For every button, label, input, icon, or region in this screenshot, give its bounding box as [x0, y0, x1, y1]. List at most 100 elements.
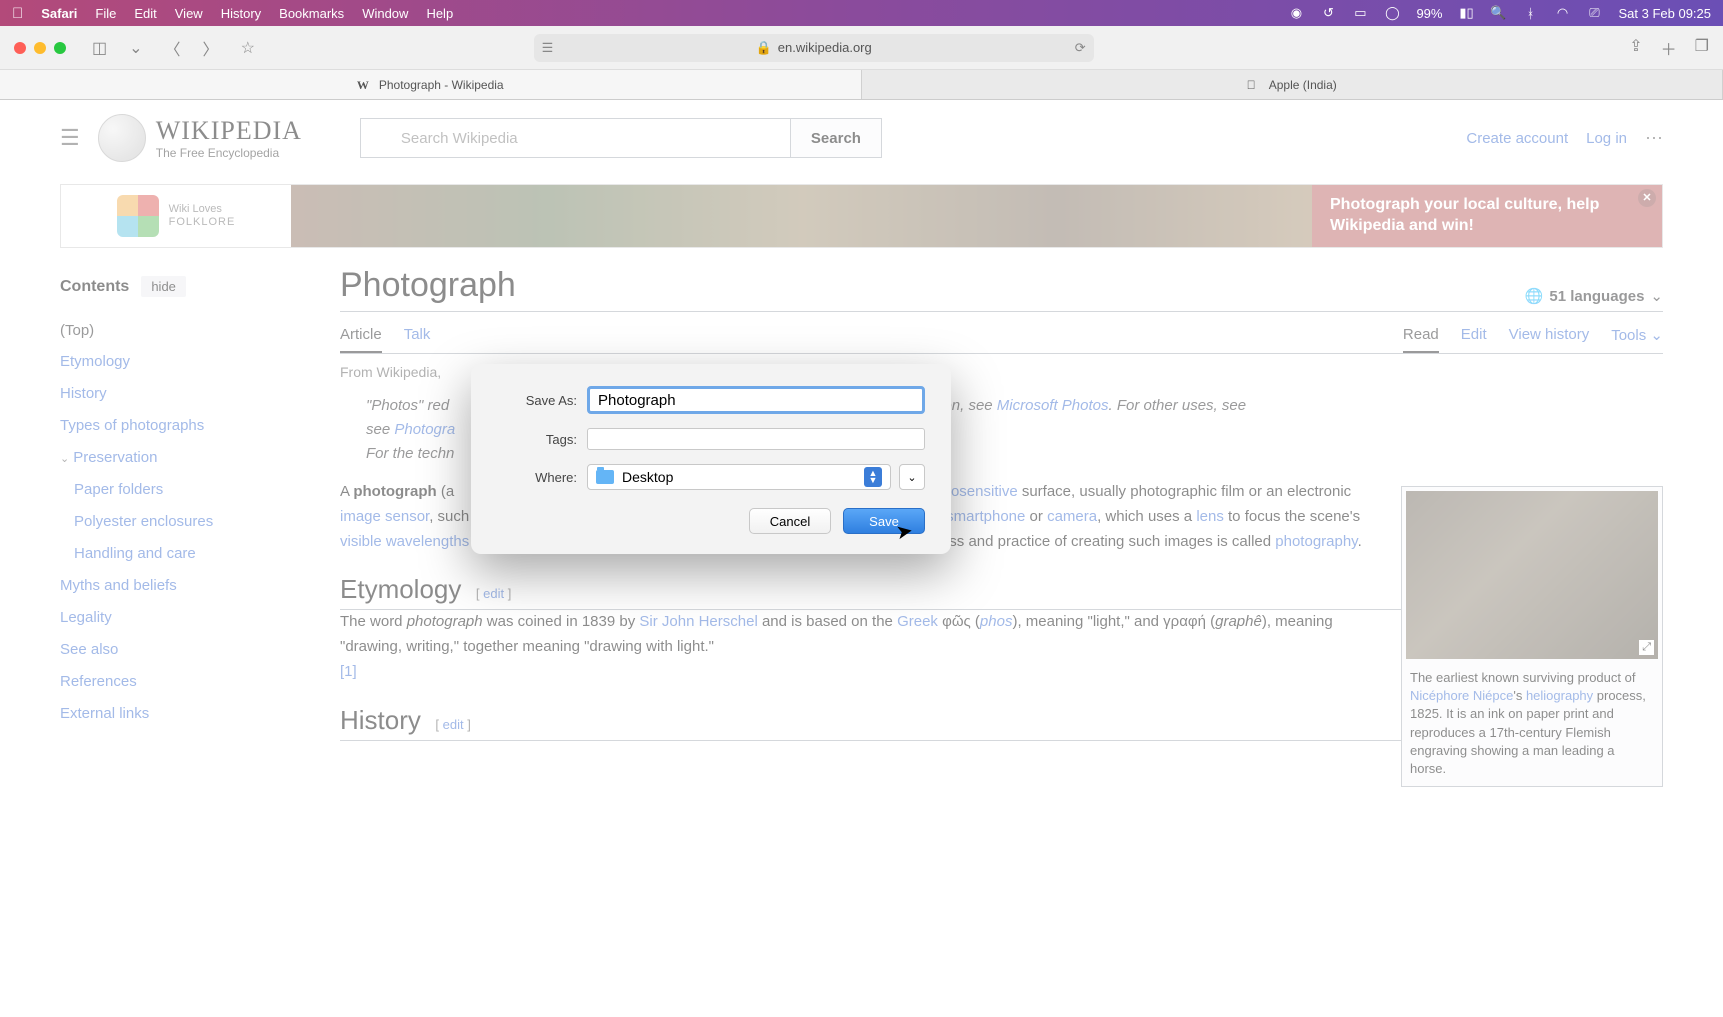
tab-tools[interactable]: Tools ⌄ — [1611, 318, 1663, 353]
wifi-icon[interactable]: ◠ — [1554, 5, 1570, 21]
toc-item-history[interactable]: History — [60, 378, 320, 410]
banner-cta[interactable]: Photograph your local culture, help Wiki… — [1312, 185, 1662, 247]
sidebar-toggle-icon[interactable]: ◫ — [86, 34, 113, 62]
link-smartphone[interactable]: smartphone — [946, 508, 1025, 525]
display-icon[interactable]: ▭ — [1352, 5, 1368, 21]
tab-apple-india[interactable]:  Apple (India) — [862, 70, 1723, 99]
toc-item-handling[interactable]: Handling and care — [60, 538, 320, 570]
toc-item-types[interactable]: Types of photographs — [60, 410, 320, 442]
window-controls — [14, 42, 66, 54]
user-icon[interactable]: ◯ — [1384, 5, 1400, 21]
infobox-image[interactable]: ⤢ — [1406, 491, 1658, 659]
banner-line1: Wiki Loves — [169, 203, 222, 215]
reader-mode-icon[interactable]: ☰ — [542, 40, 554, 56]
forward-button[interactable]: 〉 — [197, 32, 225, 64]
toc-item-references[interactable]: References — [60, 666, 320, 698]
menu-view[interactable]: View — [175, 6, 203, 21]
toc-item-preservation[interactable]: ⌄Preservation — [60, 442, 320, 474]
link-heliography[interactable]: heliography — [1526, 688, 1593, 703]
bluetooth-icon[interactable]: ᚼ — [1522, 5, 1538, 21]
record-icon[interactable]: ◉ — [1288, 5, 1304, 21]
create-account-link[interactable]: Create account — [1466, 130, 1568, 147]
save-as-label: Save As: — [497, 393, 577, 408]
main-menu-icon[interactable]: ☰ — [60, 125, 80, 151]
chevron-down-icon[interactable]: ⌄ — [60, 453, 69, 465]
tab-photograph[interactable]: W Photograph - Wikipedia — [0, 70, 862, 99]
ref-1[interactable]: [1] — [340, 663, 357, 680]
fundraising-banner[interactable]: Wiki LovesFOLKLORE Photograph your local… — [60, 184, 1663, 248]
link-lens[interactable]: lens — [1196, 508, 1224, 525]
link-niepce[interactable]: Nicéphore Niépce — [1410, 688, 1513, 703]
sidebar-chevron-icon[interactable]: ⌄ — [123, 34, 148, 62]
menu-file[interactable]: File — [95, 6, 116, 21]
tab-article[interactable]: Article — [340, 318, 382, 353]
edit-section-link[interactable]: edit — [483, 586, 504, 601]
save-as-input[interactable] — [587, 386, 925, 414]
menu-history[interactable]: History — [221, 6, 261, 21]
cancel-button[interactable]: Cancel — [749, 508, 831, 534]
link-photography[interactable]: photography — [1275, 533, 1357, 550]
toc-title: Contents — [60, 278, 129, 296]
favorite-star-icon[interactable]: ☆ — [235, 34, 261, 62]
link-camera[interactable]: camera — [1047, 508, 1097, 525]
clock[interactable]: Sat 3 Feb 09:25 — [1618, 6, 1711, 21]
toc-item-paper-folders[interactable]: Paper folders — [60, 474, 320, 506]
puzzle-heart-icon — [117, 195, 159, 237]
more-options-icon[interactable]: ⋯ — [1645, 128, 1663, 149]
article-tabs: Article Talk Read Edit View history Tool… — [340, 318, 1663, 354]
toc-item-seealso[interactable]: See also — [60, 634, 320, 666]
wikipedia-logo[interactable]: WIKIPEDIA The Free Encyclopedia — [98, 114, 302, 162]
tab-edit[interactable]: Edit — [1461, 318, 1487, 353]
chevron-down-icon: ⌄ — [1650, 327, 1663, 344]
login-link[interactable]: Log in — [1586, 130, 1627, 147]
tab-read[interactable]: Read — [1403, 318, 1439, 353]
logo-wordmark: WIKIPEDIA — [156, 116, 302, 146]
close-window-button[interactable] — [14, 42, 26, 54]
toc-hide-button[interactable]: hide — [141, 276, 186, 297]
toc-item-myths[interactable]: Myths and beliefs — [60, 570, 320, 602]
toc-item-etymology[interactable]: Etymology — [60, 346, 320, 378]
toc-item-top[interactable]: (Top) — [60, 315, 320, 346]
address-bar[interactable]: ☰ 🔒 en.wikipedia.org ⟳ — [534, 34, 1094, 62]
search-button[interactable]: Search — [790, 118, 882, 158]
link-ms-photos[interactable]: Microsoft Photos — [997, 397, 1109, 414]
timemachine-icon[interactable]: ↺ — [1320, 5, 1336, 21]
battery-icon[interactable]: ▮▯ — [1458, 5, 1474, 21]
enlarge-icon[interactable]: ⤢ — [1639, 640, 1654, 655]
edit-section-link[interactable]: edit — [443, 717, 464, 732]
link-herschel[interactable]: Sir John Herschel — [639, 613, 757, 630]
translate-icon: 🌐 — [1525, 287, 1544, 305]
link-phos[interactable]: phos — [980, 613, 1013, 630]
toc-item-external[interactable]: External links — [60, 698, 320, 730]
apple-menu-icon[interactable]:  — [12, 5, 23, 22]
menu-edit[interactable]: Edit — [134, 6, 156, 21]
app-name[interactable]: Safari — [41, 6, 77, 21]
menu-window[interactable]: Window — [362, 6, 408, 21]
tab-talk[interactable]: Talk — [404, 318, 431, 353]
tab-view-history[interactable]: View history — [1509, 318, 1590, 353]
zoom-window-button[interactable] — [54, 42, 66, 54]
where-dropdown[interactable]: Desktop ▲▼ — [587, 464, 891, 490]
banner-logo: Wiki LovesFOLKLORE — [61, 185, 291, 247]
share-icon[interactable]: ⇪ — [1629, 36, 1642, 60]
new-tab-icon[interactable]: ＋ — [1661, 36, 1677, 60]
link-visible-wavelengths[interactable]: visible wavelengths — [340, 533, 469, 550]
spotlight-icon[interactable]: 🔍 — [1490, 5, 1506, 21]
reload-icon[interactable]: ⟳ — [1075, 40, 1086, 56]
menu-help[interactable]: Help — [426, 6, 453, 21]
tags-input[interactable] — [587, 428, 925, 450]
banner-close-icon[interactable]: ✕ — [1638, 189, 1656, 207]
control-center-icon[interactable]: ⎚ — [1586, 5, 1602, 21]
search-input[interactable] — [360, 118, 790, 158]
language-selector[interactable]: 🌐 51 languages ⌄ — [1525, 287, 1663, 305]
tab-overview-icon[interactable]: ❐ — [1695, 36, 1709, 60]
link-photograph-disambig[interactable]: Photogra — [394, 421, 455, 438]
back-button[interactable]: 〈 — [159, 32, 187, 64]
toc-item-legality[interactable]: Legality — [60, 602, 320, 634]
toc-item-polyester[interactable]: Polyester enclosures — [60, 506, 320, 538]
link-greek[interactable]: Greek — [897, 613, 938, 630]
link-image-sensor[interactable]: image sensor — [340, 508, 429, 525]
minimize-window-button[interactable] — [34, 42, 46, 54]
expand-dialog-button[interactable]: ⌄ — [899, 464, 925, 490]
menu-bookmarks[interactable]: Bookmarks — [279, 6, 344, 21]
